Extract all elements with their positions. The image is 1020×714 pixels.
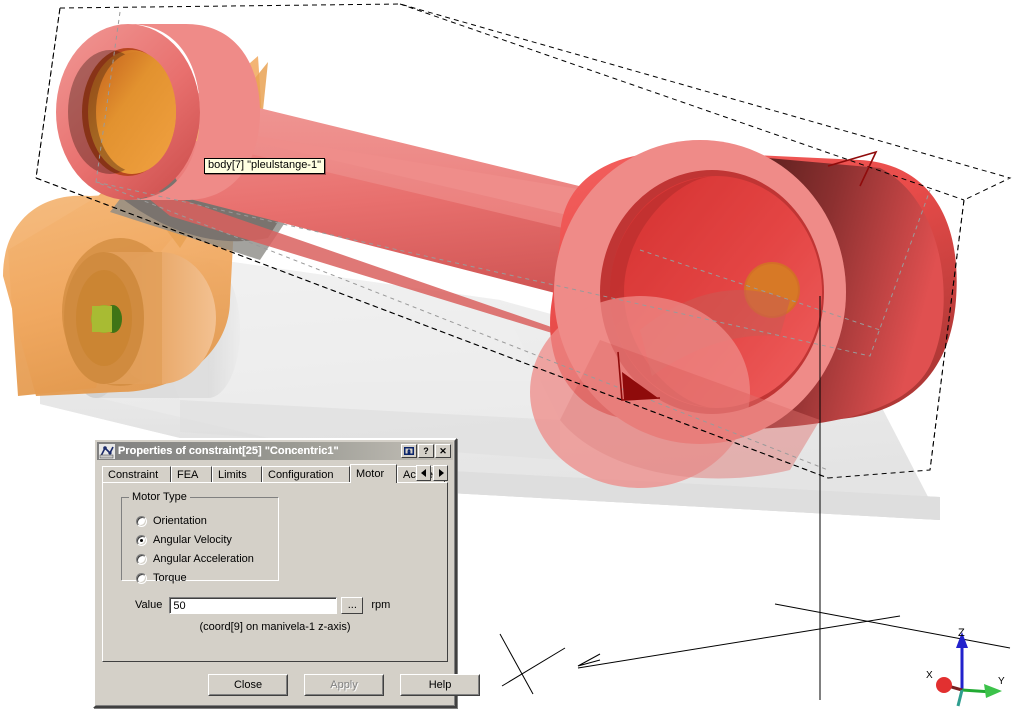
radio-torque-indicator[interactable] bbox=[136, 573, 147, 584]
tab-fea[interactable]: FEA bbox=[171, 466, 212, 482]
help-button-label: Help bbox=[428, 679, 452, 691]
apply-button[interactable]: Apply bbox=[304, 674, 384, 696]
dialog-title: Properties of constraint[25] "Concentric… bbox=[118, 444, 339, 457]
radio-angular-velocity[interactable]: Angular Velocity bbox=[136, 533, 232, 548]
close-button[interactable]: ✕ bbox=[435, 444, 451, 458]
radio-angular-acceleration-indicator[interactable] bbox=[136, 554, 147, 565]
tab-configuration[interactable]: Configuration bbox=[262, 466, 350, 482]
help-button[interactable]: ? bbox=[418, 444, 434, 458]
restore-button[interactable] bbox=[401, 444, 417, 458]
radio-angular-acceleration-label: Angular Acceleration bbox=[153, 553, 254, 565]
body-tooltip-label: body[7] "pleulstange-1" bbox=[204, 158, 325, 174]
pin-marker bbox=[91, 305, 122, 333]
value-browse-button[interactable]: ... bbox=[341, 597, 364, 614]
value-unit-label: rpm bbox=[371, 599, 391, 611]
apply-button-label: Apply bbox=[330, 679, 358, 691]
axis-label-y: Y bbox=[998, 676, 1005, 687]
radio-orientation-indicator[interactable] bbox=[136, 516, 147, 527]
motor-type-group-title: Motor Type bbox=[129, 491, 190, 503]
tab-scroll-left-button[interactable] bbox=[416, 465, 431, 481]
value-row: Value 50 ... rpm bbox=[135, 597, 390, 614]
axis-label-z: Z bbox=[958, 627, 965, 639]
motor-type-groupbox: Motor Type Orientation Angular Velocity … bbox=[121, 491, 279, 584]
axis-label-x: X bbox=[926, 670, 933, 681]
close-button-main[interactable]: Close bbox=[208, 674, 288, 696]
mechanism-icon bbox=[99, 443, 115, 459]
axis-triad: Z Y X bbox=[926, 627, 1005, 707]
help-button-main[interactable]: Help bbox=[400, 674, 480, 696]
tab-motor[interactable]: Motor bbox=[350, 464, 397, 483]
radio-angular-velocity-indicator[interactable] bbox=[136, 535, 147, 546]
coordinate-note: (coord[9] on manivela-1 z-axis) bbox=[199, 621, 351, 633]
radio-angular-acceleration[interactable]: Angular Acceleration bbox=[136, 552, 254, 567]
close-button-label: Close bbox=[233, 679, 263, 691]
radio-torque-label: Torque bbox=[153, 572, 187, 584]
dialog-tabstrip[interactable]: Constraint FEA Limits Configuration Moto… bbox=[102, 464, 448, 483]
dialog-titlebar[interactable]: Properties of constraint[25] "Concentric… bbox=[97, 442, 453, 460]
tab-scroll-right-button[interactable] bbox=[433, 465, 448, 481]
tab-limits[interactable]: Limits bbox=[212, 466, 262, 482]
dialog-button-row: Close Apply Help bbox=[95, 674, 480, 696]
value-input[interactable]: 50 bbox=[169, 597, 338, 614]
tab-scroll-arrows[interactable] bbox=[416, 465, 448, 481]
constraint-properties-dialog[interactable]: Properties of constraint[25] "Concentric… bbox=[93, 438, 480, 708]
tab-constraint[interactable]: Constraint bbox=[102, 466, 171, 482]
motor-tab-page: Motor Type Orientation Angular Velocity … bbox=[102, 482, 448, 662]
radio-orientation[interactable]: Orientation bbox=[136, 514, 207, 529]
radio-angular-velocity-label: Angular Velocity bbox=[153, 534, 232, 546]
application-window: Z Y X body[7] "pleulstange-1" Properties… bbox=[0, 0, 1020, 714]
radio-torque[interactable]: Torque bbox=[136, 571, 187, 586]
radio-orientation-label: Orientation bbox=[153, 515, 207, 527]
value-label: Value bbox=[135, 599, 163, 611]
